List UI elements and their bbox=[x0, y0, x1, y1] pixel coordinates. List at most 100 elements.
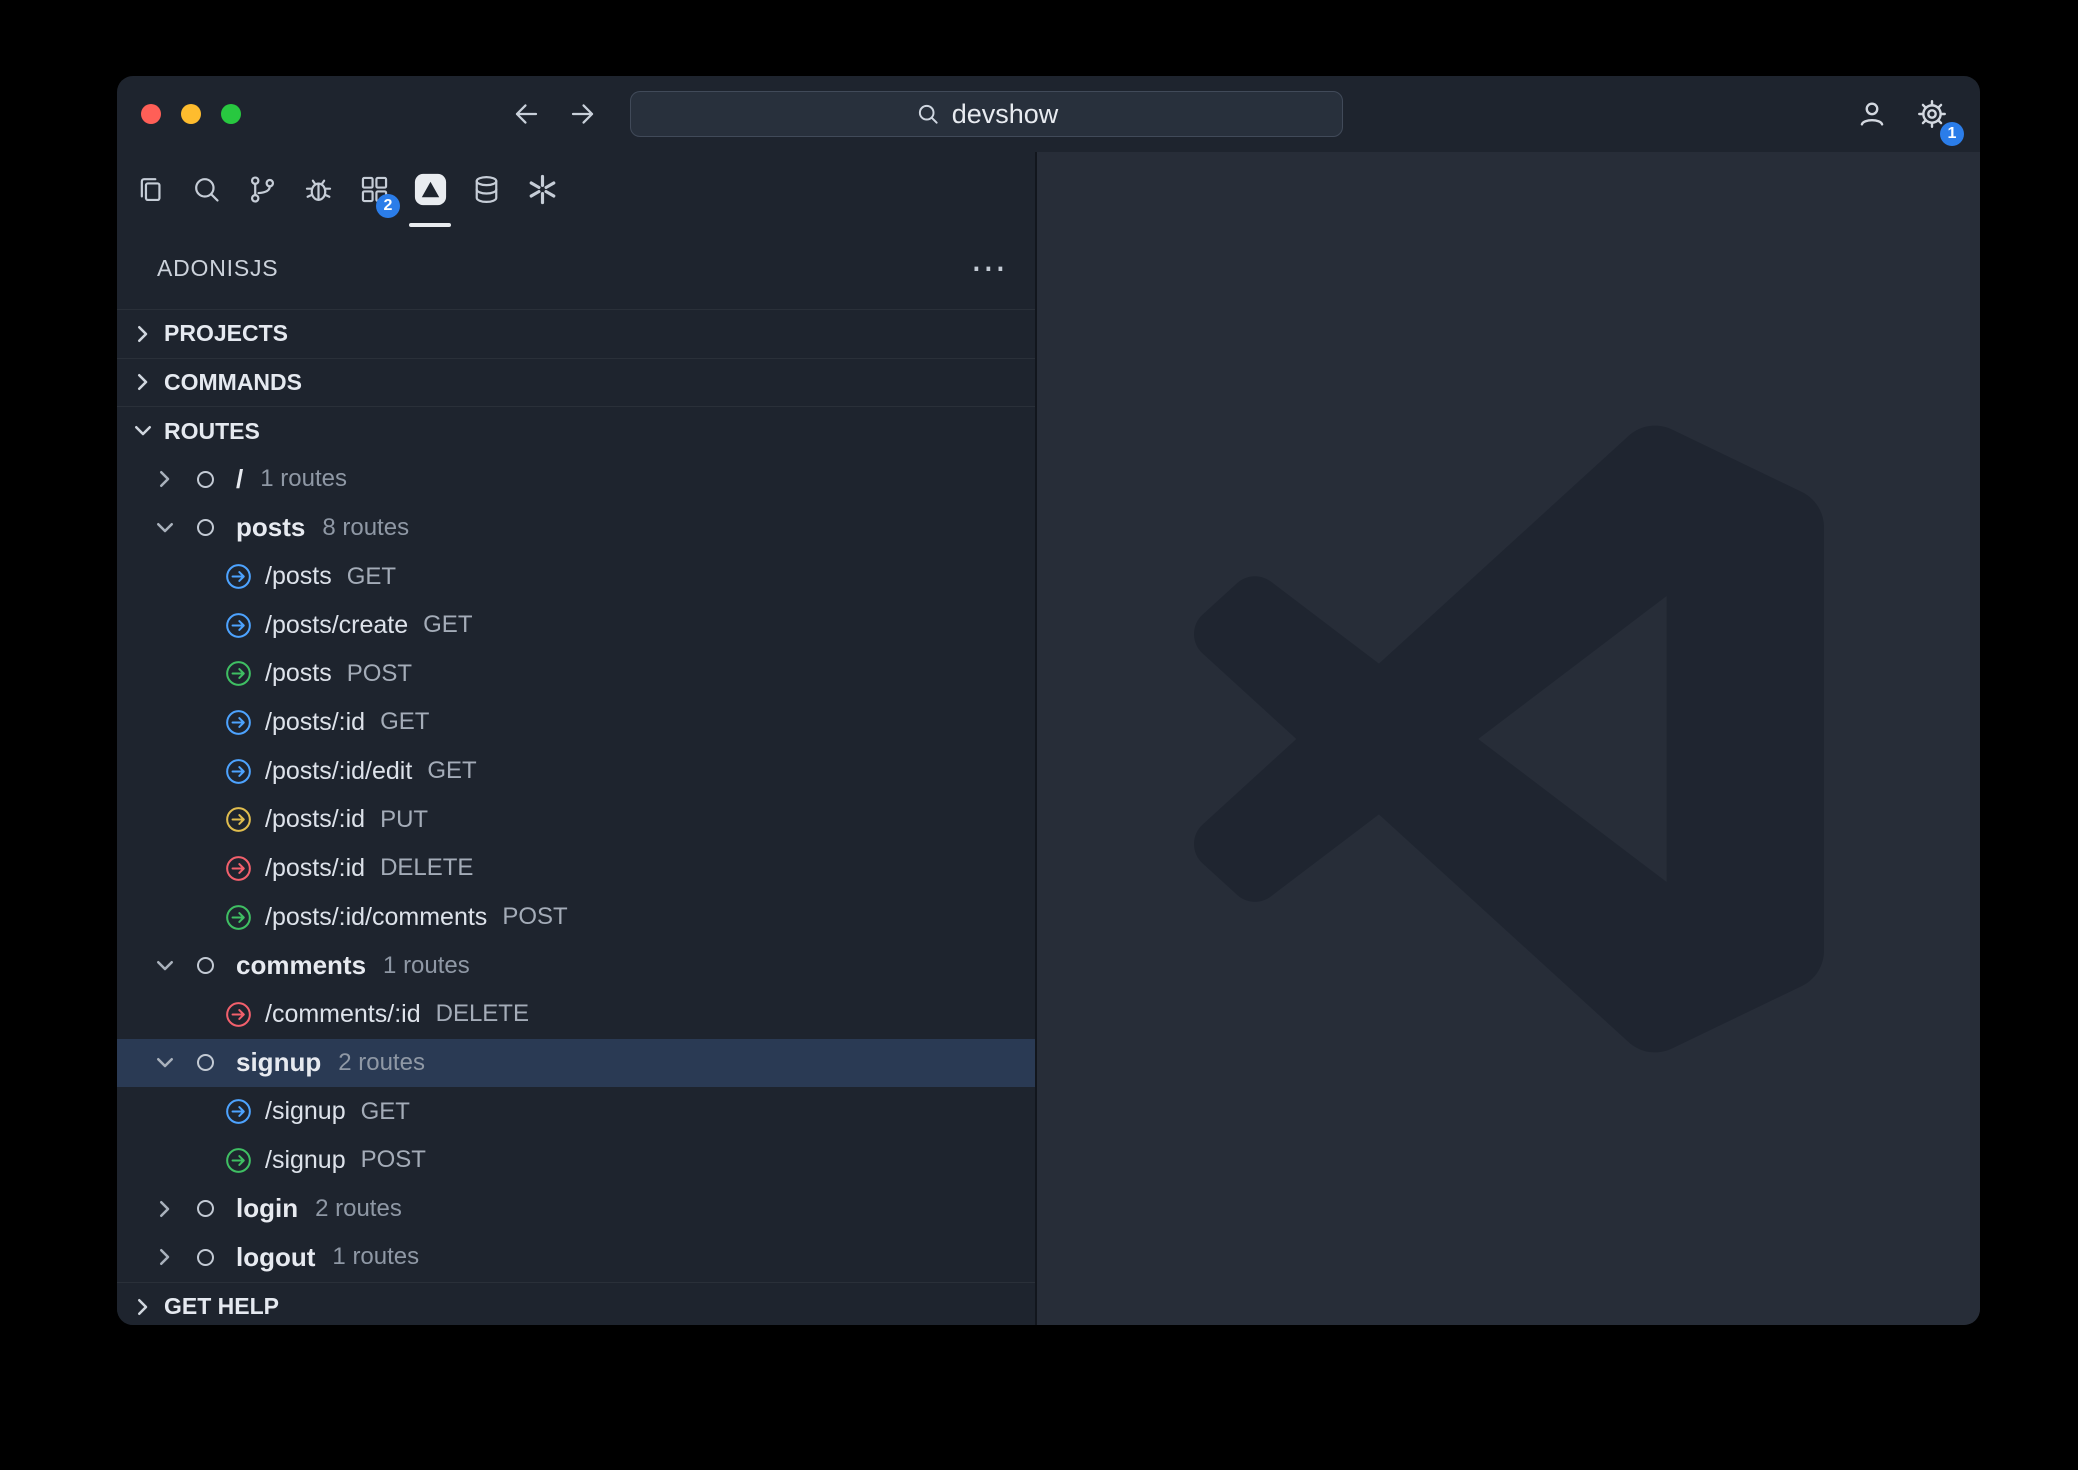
route-group-row[interactable]: comments 1 routes bbox=[117, 941, 1035, 990]
route-group-row[interactable]: login 2 routes bbox=[117, 1185, 1035, 1234]
command-center-search[interactable]: devshow bbox=[630, 91, 1343, 137]
route-row[interactable]: /posts/:id GET bbox=[117, 698, 1035, 747]
panel-title: ADONISJS bbox=[157, 255, 278, 282]
activity-item-adonisjs[interactable] bbox=[407, 152, 453, 227]
group-count: 2 routes bbox=[338, 1049, 425, 1077]
route-method: GET bbox=[361, 1098, 410, 1126]
panel-header: ADONISJS ⋯ bbox=[117, 227, 1035, 309]
more-actions-icon[interactable]: ⋯ bbox=[970, 258, 1007, 278]
section-header-commands[interactable]: COMMANDS bbox=[117, 358, 1035, 407]
route-method-icon bbox=[225, 806, 252, 833]
activity-bar: 2 bbox=[117, 152, 1035, 227]
route-path: /posts/create bbox=[265, 611, 408, 640]
activity-item-database[interactable] bbox=[463, 152, 509, 227]
route-row[interactable]: /signup POST bbox=[117, 1136, 1035, 1185]
route-row[interactable]: /posts/create GET bbox=[117, 601, 1035, 650]
zoom-window-button[interactable] bbox=[221, 104, 241, 124]
bug-icon bbox=[302, 173, 335, 206]
route-group-icon bbox=[197, 1249, 214, 1266]
section-header-get-help[interactable]: GET HELP bbox=[117, 1282, 1035, 1325]
chevron-icon bbox=[131, 370, 155, 394]
main-area: 2 bbox=[117, 152, 1980, 1325]
group-label: / bbox=[236, 464, 243, 495]
route-method-icon bbox=[225, 855, 252, 882]
chevron-icon bbox=[153, 1197, 177, 1221]
route-group-row[interactable]: signup 2 routes bbox=[117, 1039, 1035, 1088]
section-label: PROJECTS bbox=[164, 320, 288, 347]
vscode-logo-icon bbox=[1194, 424, 1824, 1054]
route-group-icon bbox=[197, 519, 214, 536]
section-header-projects[interactable]: PROJECTS bbox=[117, 309, 1035, 358]
route-row[interactable]: /posts GET bbox=[117, 552, 1035, 601]
route-method: GET bbox=[380, 708, 429, 736]
minimize-window-button[interactable] bbox=[181, 104, 201, 124]
group-label: login bbox=[236, 1193, 298, 1224]
route-row[interactable]: /posts POST bbox=[117, 649, 1035, 698]
activity-item-debug[interactable] bbox=[295, 152, 341, 227]
group-label: comments bbox=[236, 950, 366, 981]
chevron-icon bbox=[131, 1295, 155, 1319]
search-icon bbox=[915, 101, 941, 127]
sidebar-sections: PROJECTS COMMANDS ROUTES / 1 routes post… bbox=[117, 309, 1035, 1325]
route-method-icon bbox=[225, 709, 252, 736]
route-path: /posts bbox=[265, 659, 332, 688]
route-row[interactable]: /posts/:id/comments POST bbox=[117, 893, 1035, 942]
section-label: COMMANDS bbox=[164, 369, 302, 396]
chevron-icon bbox=[153, 1051, 177, 1075]
back-button[interactable] bbox=[508, 96, 544, 132]
forward-arrow-icon bbox=[567, 98, 599, 130]
route-group-row[interactable]: posts 8 routes bbox=[117, 504, 1035, 553]
route-path: /posts bbox=[265, 562, 332, 591]
route-method-icon bbox=[225, 1098, 252, 1125]
route-path: /signup bbox=[265, 1146, 346, 1175]
route-method-icon bbox=[225, 1147, 252, 1174]
route-row[interactable]: /signup GET bbox=[117, 1087, 1035, 1136]
activity-item-search[interactable] bbox=[183, 152, 229, 227]
route-path: /posts/:id/edit bbox=[265, 757, 412, 786]
forward-button[interactable] bbox=[565, 96, 601, 132]
section-label: GET HELP bbox=[164, 1293, 279, 1320]
route-group-icon bbox=[197, 957, 214, 974]
route-path: /comments/:id bbox=[265, 1000, 421, 1029]
route-method-icon bbox=[225, 612, 252, 639]
route-method: POST bbox=[347, 660, 412, 688]
route-group-icon bbox=[197, 1200, 214, 1217]
route-path: /posts/:id bbox=[265, 854, 365, 883]
extensions-badge: 2 bbox=[376, 194, 400, 218]
group-count: 1 routes bbox=[260, 465, 347, 493]
account-button[interactable] bbox=[1852, 94, 1892, 134]
route-method: GET bbox=[427, 757, 476, 785]
route-path: /posts/:id/comments bbox=[265, 903, 487, 932]
route-method-icon bbox=[225, 758, 252, 785]
route-row[interactable]: /posts/:id PUT bbox=[117, 795, 1035, 844]
chevron-icon bbox=[153, 467, 177, 491]
back-arrow-icon bbox=[510, 98, 542, 130]
route-method-icon bbox=[225, 1001, 252, 1028]
activity-item-openai[interactable] bbox=[519, 152, 565, 227]
route-group-row[interactable]: logout 1 routes bbox=[117, 1233, 1035, 1282]
route-group-icon bbox=[197, 1054, 214, 1071]
close-window-button[interactable] bbox=[141, 104, 161, 124]
section-header-routes[interactable]: ROUTES bbox=[117, 406, 1035, 455]
chevron-icon bbox=[153, 954, 177, 978]
group-count: 2 routes bbox=[315, 1195, 402, 1223]
activity-item-source-control[interactable] bbox=[239, 152, 285, 227]
route-method: GET bbox=[423, 611, 472, 639]
activity-item-extensions[interactable]: 2 bbox=[351, 152, 397, 227]
search-icon bbox=[190, 173, 223, 206]
settings-badge: 1 bbox=[1940, 122, 1964, 146]
routes-tree: / 1 routes posts 8 routes /posts GET /po… bbox=[117, 455, 1035, 1282]
activity-item-explorer[interactable] bbox=[127, 152, 173, 227]
route-group-row[interactable]: / 1 routes bbox=[117, 455, 1035, 504]
route-path: /posts/:id bbox=[265, 708, 365, 737]
adonisjs-icon bbox=[414, 173, 447, 206]
route-method-icon bbox=[225, 563, 252, 590]
account-icon bbox=[1855, 97, 1889, 131]
route-row[interactable]: /posts/:id/edit GET bbox=[117, 747, 1035, 796]
chevron-icon bbox=[131, 419, 155, 443]
search-value: devshow bbox=[952, 99, 1059, 130]
route-row[interactable]: /posts/:id DELETE bbox=[117, 844, 1035, 893]
vscode-logo-watermark bbox=[1194, 424, 1824, 1054]
route-row[interactable]: /comments/:id DELETE bbox=[117, 990, 1035, 1039]
settings-button[interactable]: 1 bbox=[1912, 94, 1952, 134]
